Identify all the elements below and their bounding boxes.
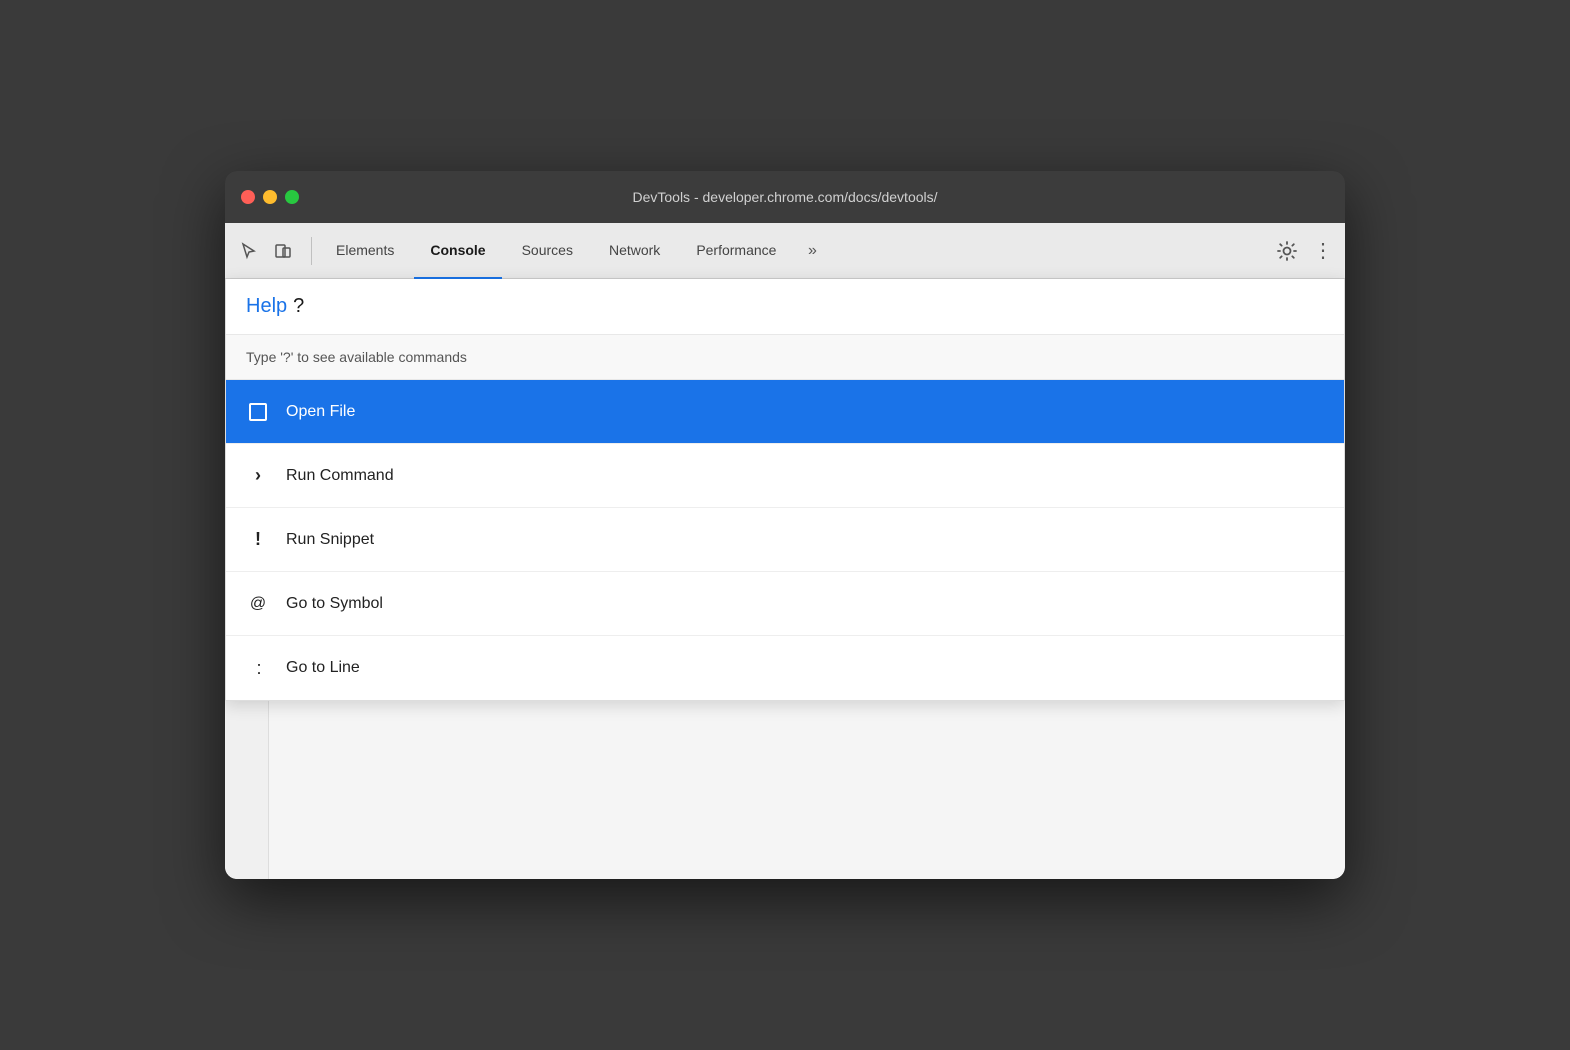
close-button[interactable] (241, 190, 255, 204)
settings-button[interactable] (1269, 233, 1305, 269)
run-command-icon: › (246, 464, 270, 488)
gear-icon (1276, 240, 1298, 262)
cp-item-run-snippet[interactable]: ! Run Snippet (226, 508, 1344, 572)
tab-performance[interactable]: Performance (680, 223, 792, 279)
cp-list: Open File › Run Command ! Run Snippet (226, 380, 1344, 700)
device-icon (274, 242, 292, 260)
tab-console[interactable]: Console (414, 223, 501, 279)
overflow-menu-button[interactable]: ⋮ (1309, 233, 1337, 269)
traffic-lights (241, 190, 299, 204)
cp-cursor-text: ? (293, 295, 304, 318)
main-content-area: › Help ? Type '?' to see available comma… (225, 279, 1345, 879)
cp-title: Help (246, 295, 287, 318)
tab-network[interactable]: Network (593, 223, 676, 279)
toolbar-icon-group (233, 235, 299, 267)
go-to-symbol-icon: @ (246, 592, 270, 616)
cp-item-run-command-label: Run Command (286, 467, 394, 485)
cursor-tool-button[interactable] (233, 235, 265, 267)
more-tabs-button[interactable]: » (796, 235, 828, 267)
run-snippet-icon: ! (246, 528, 270, 552)
minimize-button[interactable] (263, 190, 277, 204)
toolbar-divider (311, 237, 312, 265)
maximize-button[interactable] (285, 190, 299, 204)
cp-item-go-to-symbol[interactable]: @ Go to Symbol (226, 572, 1344, 636)
command-palette: Help ? Type '?' to see available command… (225, 279, 1345, 701)
tab-elements[interactable]: Elements (320, 223, 410, 279)
title-bar: DevTools - developer.chrome.com/docs/dev… (225, 171, 1345, 223)
cp-item-open-file[interactable]: Open File (226, 380, 1344, 444)
toolbar-right: ⋮ (1269, 233, 1337, 269)
command-palette-header: Help ? (226, 279, 1344, 335)
window-title: DevTools - developer.chrome.com/docs/dev… (632, 189, 937, 205)
cp-item-go-to-line[interactable]: : Go to Line (226, 636, 1344, 700)
cp-hint: Type '?' to see available commands (226, 335, 1344, 380)
main-toolbar: Elements Console Sources Network Perform… (225, 223, 1345, 279)
device-toggle-button[interactable] (267, 235, 299, 267)
devtools-panel: Elements Console Sources Network Perform… (225, 223, 1345, 879)
cp-item-run-snippet-label: Run Snippet (286, 531, 374, 549)
cp-item-go-to-symbol-label: Go to Symbol (286, 595, 383, 613)
go-to-line-icon: : (246, 656, 270, 680)
cp-item-go-to-line-label: Go to Line (286, 659, 360, 677)
cp-item-run-command[interactable]: › Run Command (226, 444, 1344, 508)
devtools-window: DevTools - developer.chrome.com/docs/dev… (225, 171, 1345, 879)
tab-sources[interactable]: Sources (506, 223, 589, 279)
cursor-icon (240, 242, 258, 260)
cp-item-open-file-label: Open File (286, 403, 355, 421)
open-file-icon (246, 400, 270, 424)
